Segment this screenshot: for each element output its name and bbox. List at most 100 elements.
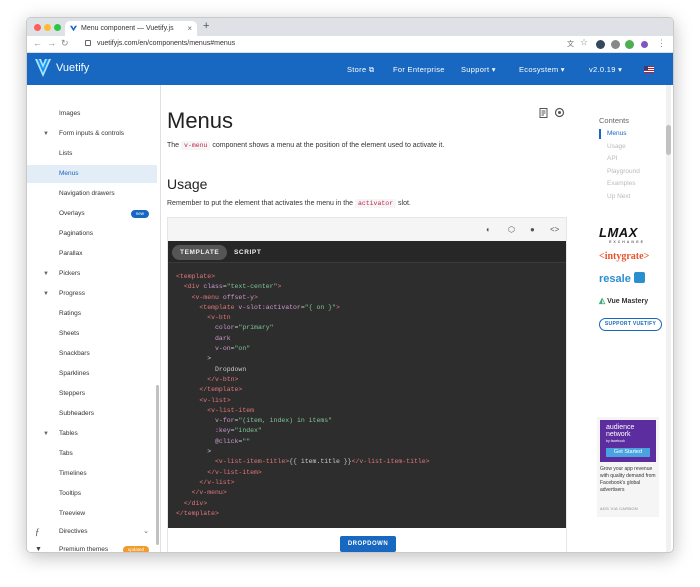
- url-text: vuetifyjs.com/en/components/menus#menus: [97, 40, 236, 47]
- settings-icon[interactable]: [554, 107, 565, 118]
- ad-brand-line2: network: [606, 431, 631, 438]
- sidebar-item-parallax[interactable]: Parallax: [27, 245, 157, 263]
- tab-template[interactable]: TEMPLATE: [172, 245, 228, 260]
- url-field[interactable]: vuetifyjs.com/en/components/menus#menus: [85, 37, 565, 51]
- sponsor-resale[interactable]: resale: [599, 272, 645, 285]
- ad-footer[interactable]: ADS VIA CARBON: [600, 506, 638, 511]
- codepen-icon[interactable]: ⬡: [508, 225, 515, 234]
- sponsor-lmax[interactable]: LMAX EXCHANGE: [599, 225, 655, 244]
- translate-icon[interactable]: 文: [567, 39, 574, 49]
- inline-code-v-menu: v-menu: [181, 141, 211, 150]
- sidebar-item-subheaders[interactable]: Subheaders: [27, 405, 157, 423]
- new-badge: new: [130, 210, 149, 218]
- sidebar-item-snackbars[interactable]: Snackbars: [27, 345, 157, 363]
- ecosystem-menu[interactable]: Ecosystem ▾: [519, 65, 565, 74]
- sidebar-item-treeview[interactable]: Treeview: [27, 505, 157, 523]
- sidebar-item-ratings[interactable]: Ratings: [27, 305, 157, 323]
- extension-icon[interactable]: [625, 40, 634, 49]
- example-toolbar: ◐ ⬡ ● <>: [168, 218, 566, 241]
- dropdown-button[interactable]: DROPDOWN: [340, 536, 396, 552]
- tab-script[interactable]: SCRIPT: [226, 245, 269, 260]
- browser-tab-bar: Menu component — Vuetify.js × +: [27, 18, 673, 36]
- maximize-window-button[interactable]: [54, 24, 61, 31]
- toc-item-menus[interactable]: Menus: [599, 129, 627, 139]
- chevron-down-icon: ▼: [43, 291, 49, 297]
- vue-mastery-logo-icon: ◭: [599, 296, 606, 305]
- chevron-down-icon: ⌄: [143, 528, 149, 535]
- sidebar-group-pickers[interactable]: ▼ Pickers: [27, 265, 157, 283]
- toc-item-playground[interactable]: Playground: [599, 167, 640, 177]
- sidebar-item-tooltips[interactable]: Tooltips: [27, 485, 157, 503]
- sidebar-group-tables[interactable]: ▼ Tables: [27, 425, 157, 443]
- usage-example: ◐ ⬡ ● <> TEMPLATE SCRIPT <template> <div…: [167, 217, 567, 552]
- support-vuetify-button[interactable]: SUPPORT VUETIFY: [599, 318, 662, 331]
- main-content: Menus The v-menu component shows a menu …: [167, 85, 591, 552]
- language-flag-icon[interactable]: [644, 66, 654, 73]
- new-tab-icon[interactable]: +: [203, 20, 209, 32]
- toc-title: Contents: [599, 116, 630, 125]
- browser-tab-title: Menu component — Vuetify.js: [81, 25, 174, 32]
- sidebar-item-sheets[interactable]: Sheets: [27, 325, 157, 343]
- store-link[interactable]: Store ⧉: [347, 65, 374, 75]
- page-scrollbar-thumb[interactable]: [666, 125, 671, 155]
- sidebar-item-navigation-drawers[interactable]: Navigation drawers: [27, 185, 157, 203]
- sidebar-scrollbar[interactable]: [156, 385, 159, 545]
- enterprise-link[interactable]: For Enterprise: [393, 65, 445, 74]
- toc-item-api[interactable]: API: [599, 154, 617, 164]
- edit-page-icon[interactable]: [539, 108, 548, 118]
- sidebar-group-directives[interactable]: ƒ Directives ⌄: [27, 523, 157, 541]
- updated-badge: updated: [122, 546, 149, 552]
- ad-image[interactable]: audience network by facebook Get Started: [600, 420, 656, 462]
- invert-colors-icon[interactable]: ◐: [486, 225, 491, 234]
- toc-item-examples[interactable]: Examples: [599, 179, 636, 189]
- vuetify-favicon-icon: [70, 25, 77, 32]
- browser-tab[interactable]: Menu component — Vuetify.js ×: [65, 21, 197, 36]
- lock-icon: [85, 40, 91, 46]
- sidebar-item-overlays[interactable]: Overlays new: [27, 205, 157, 223]
- minimize-window-button[interactable]: [44, 24, 51, 31]
- page-scrollbar[interactable]: [666, 85, 671, 552]
- usage-paragraph: Remember to put the element that activat…: [167, 199, 411, 208]
- back-icon[interactable]: ←: [33, 38, 42, 48]
- more-menu-icon[interactable]: ⋮: [657, 38, 666, 49]
- bookmark-star-icon[interactable]: ☆: [580, 37, 588, 48]
- ad-brand-line3: by facebook: [606, 439, 625, 443]
- brand-name[interactable]: Vuetify: [56, 62, 89, 74]
- sidebar-item-steppers[interactable]: Steppers: [27, 385, 157, 403]
- close-window-button[interactable]: [34, 24, 41, 31]
- page-title: Menus: [167, 108, 234, 133]
- sidebar-group-form-inputs[interactable]: ▼ Form inputs & controls: [27, 125, 157, 143]
- address-bar: ← → ↻ vuetifyjs.com/en/components/menus#…: [27, 36, 673, 53]
- code-icon[interactable]: <>: [550, 225, 559, 234]
- version-menu[interactable]: v2.0.19 ▾: [589, 65, 622, 74]
- ad-brand-line1: audience: [606, 424, 635, 431]
- vue-devtools-icon[interactable]: [596, 40, 605, 49]
- extension-icon[interactable]: [611, 40, 620, 49]
- support-menu[interactable]: Support ▾: [461, 65, 496, 74]
- intro-paragraph: The v-menu component shows a menu at the…: [167, 141, 445, 150]
- sidebar-item-timelines[interactable]: Timelines: [27, 465, 157, 483]
- ad-text[interactable]: Grow your app revenue with quality deman…: [600, 466, 658, 494]
- close-tab-icon[interactable]: ×: [187, 21, 192, 36]
- sidebar-item-tabs[interactable]: Tabs: [27, 445, 157, 463]
- sidebar-item-sparklines[interactable]: Sparklines: [27, 365, 157, 383]
- sidebar-item-lists[interactable]: Lists: [27, 145, 157, 163]
- sidebar-item-paginations[interactable]: Paginations: [27, 225, 157, 243]
- sponsor-vue-mastery[interactable]: ◭ Vue Mastery: [599, 296, 648, 305]
- toc-item-usage[interactable]: Usage: [599, 142, 626, 152]
- sponsor-intygrate[interactable]: <intygrate>: [599, 251, 649, 262]
- vuetify-logo-icon[interactable]: [35, 59, 51, 77]
- reload-icon[interactable]: ↻: [61, 38, 69, 49]
- carbon-ad[interactable]: audience network by facebook Get Started…: [597, 417, 659, 517]
- navigation-drawer: Images ▼ Form inputs & controls Lists Men…: [27, 85, 161, 552]
- resale-logo-icon: [633, 272, 645, 283]
- sidebar-group-progress[interactable]: ▼ Progress: [27, 285, 157, 303]
- profile-avatar-icon[interactable]: [640, 40, 649, 49]
- toc-item-up-next[interactable]: Up Next: [599, 192, 630, 202]
- forward-icon[interactable]: →: [47, 38, 56, 48]
- sidebar-item-images[interactable]: Images: [27, 105, 157, 123]
- function-icon: ƒ: [35, 527, 40, 537]
- sidebar-item-premium-themes[interactable]: ▼ Premium themes updated: [27, 541, 157, 552]
- sidebar-item-menus[interactable]: Menus: [27, 165, 157, 183]
- github-icon[interactable]: ●: [530, 225, 535, 234]
